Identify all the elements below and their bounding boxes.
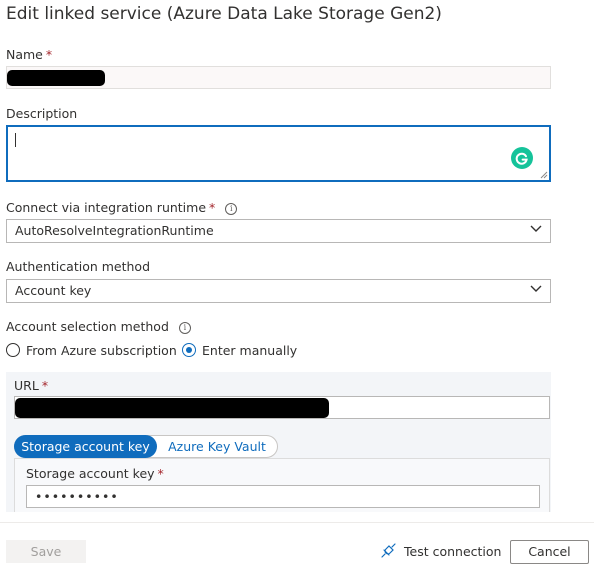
- text-cursor: [15, 133, 16, 147]
- storage-key-panel: Storage account key * ••••••••••: [14, 458, 550, 512]
- radio-label: From Azure subscription: [26, 343, 177, 358]
- radio-circle[interactable]: [6, 343, 20, 357]
- required-mark: *: [45, 47, 53, 62]
- storage-key-input[interactable]: ••••••••••: [26, 485, 540, 508]
- redacted-url: [15, 398, 329, 418]
- cancel-button[interactable]: Cancel: [510, 540, 589, 564]
- auth-select[interactable]: Account key: [6, 279, 551, 303]
- chevron-down-icon: [530, 225, 542, 232]
- radio-label: Enter manually: [202, 343, 298, 358]
- auth-value: Account key: [15, 283, 92, 298]
- footer-divider: [0, 522, 594, 523]
- save-button[interactable]: Save: [6, 540, 86, 563]
- description-label: Description: [6, 106, 78, 121]
- storage-key-label: Storage account key *: [26, 466, 164, 481]
- auth-label: Authentication method: [6, 259, 151, 274]
- test-connection-label: Test connection: [404, 544, 502, 559]
- key-source-toggle: Storage account key Azure Key Vault: [14, 435, 278, 458]
- runtime-select[interactable]: AutoResolveIntegrationRuntime: [6, 219, 551, 243]
- info-icon: i: [178, 322, 191, 334]
- grammarly-icon[interactable]: [511, 147, 533, 169]
- tab-storage-account-key[interactable]: Storage account key: [14, 435, 157, 458]
- url-input[interactable]: [14, 396, 550, 419]
- redacted-name: [7, 70, 105, 86]
- radio-circle-selected[interactable]: [182, 343, 196, 357]
- description-textarea[interactable]: [6, 125, 551, 182]
- resize-handle-icon[interactable]: [539, 170, 548, 179]
- connection-panel: URL * Storage account key Azure Key Vault…: [6, 372, 551, 512]
- plug-icon: [381, 543, 396, 558]
- runtime-value: AutoResolveIntegrationRuntime: [15, 223, 214, 238]
- url-label: URL *: [14, 378, 49, 393]
- chevron-down-icon: [530, 285, 542, 292]
- account-selection-label: Account selection method i: [6, 319, 191, 334]
- runtime-label: Connect via integration runtime * i: [6, 200, 238, 215]
- tab-azure-key-vault[interactable]: Azure Key Vault: [157, 436, 277, 457]
- dialog-title: Edit linked service (Azure Data Lake Sto…: [6, 4, 442, 24]
- info-icon: i: [225, 203, 238, 215]
- name-input[interactable]: [6, 66, 551, 89]
- name-label: Name *: [6, 47, 53, 62]
